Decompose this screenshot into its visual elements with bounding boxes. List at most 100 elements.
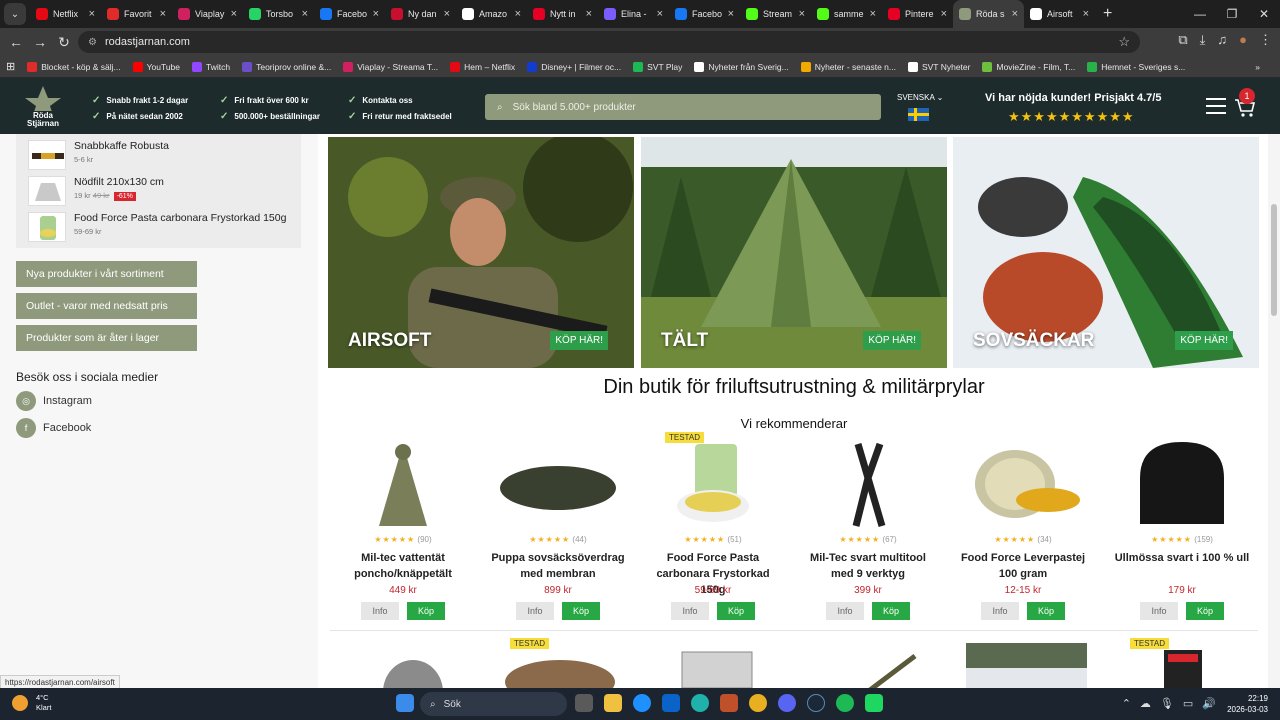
buy-here-button[interactable]: KÖP HÄR! <box>863 331 921 350</box>
download-icon[interactable]: ⤓ <box>1200 32 1206 48</box>
browser-tab[interactable]: Airsoft × <box>1024 0 1095 28</box>
language-selector[interactable]: SVENSKA ⌄ <box>897 93 943 102</box>
browser-tab[interactable]: samme × <box>811 0 882 28</box>
buy-button[interactable]: Köp <box>1027 602 1065 620</box>
product-image[interactable] <box>378 652 448 688</box>
url-bar[interactable]: ⚙ rodastjarnan.com ☆ <box>78 31 1140 53</box>
info-button[interactable]: Info <box>516 602 554 620</box>
instagram-link[interactable]: ◎ Instagram <box>16 391 92 411</box>
taskbar-search[interactable]: ⌕ Sök <box>420 692 567 716</box>
browser-tab[interactable]: Amazo × <box>456 0 527 28</box>
info-button[interactable]: Info <box>671 602 709 620</box>
buy-button[interactable]: Köp <box>717 602 755 620</box>
browser-tab[interactable]: Ny dan × <box>385 0 456 28</box>
bookmark-item[interactable]: Hem – Netflix <box>450 61 515 72</box>
bookmark-item[interactable]: YouTube <box>132 61 180 72</box>
app-icon[interactable] <box>691 694 709 712</box>
file-explorer-icon[interactable] <box>604 694 622 712</box>
tab-close-icon[interactable]: × <box>1012 8 1018 20</box>
task-view-icon[interactable] <box>575 694 593 712</box>
bookmark-item[interactable]: MovieZine - Film, T... <box>982 61 1075 72</box>
minimize-icon[interactable]: — <box>1184 0 1216 28</box>
menu-icon[interactable]: ⋮ <box>1259 32 1272 48</box>
product-name[interactable]: Food Force Leverpastej 100 gram <box>953 550 1093 582</box>
tab-close-icon[interactable]: × <box>799 8 805 20</box>
tab-close-icon[interactable]: × <box>160 8 166 20</box>
product-card[interactable]: ★★★★★ (44) Puppa sovsäcksöverdrag med me… <box>488 438 628 620</box>
banner-sleeping-bags[interactable]: SOVSÄCKAR KÖP HÄR! <box>953 137 1259 368</box>
product-card[interactable]: ★★★★★ (90) Mil-tec vattentät poncho/knäp… <box>333 438 473 620</box>
more-bookmarks-icon[interactable]: » <box>1255 62 1260 72</box>
product-name[interactable]: Ullmössa svart i 100 % ull <box>1112 550 1252 582</box>
product-image[interactable] <box>966 643 1087 688</box>
maximize-icon[interactable]: ❐ <box>1216 0 1248 28</box>
bookmark-item[interactable]: Viaplay - Streama T... <box>343 61 438 72</box>
close-window-icon[interactable]: ✕ <box>1248 0 1280 28</box>
tab-close-icon[interactable]: × <box>444 8 450 20</box>
buy-here-button[interactable]: KÖP HÄR! <box>550 331 608 350</box>
browser-tab[interactable]: Favorit × <box>101 0 172 28</box>
apps-icon[interactable]: ⊞ <box>6 60 15 73</box>
product-name[interactable]: Mil-tec vattentät poncho/knäppetält <box>333 550 473 582</box>
banner-airsoft[interactable]: AIRSOFT KÖP HÄR! <box>328 137 634 368</box>
chrome-icon[interactable] <box>749 694 767 712</box>
product-image[interactable] <box>500 652 620 688</box>
weather-widget[interactable]: 4°C Klart <box>12 693 51 713</box>
volume-icon[interactable]: 🔊 <box>1202 697 1216 710</box>
tab-search-button[interactable]: ⌄ <box>4 3 26 25</box>
product-image[interactable] <box>1160 646 1206 688</box>
tab-close-icon[interactable]: × <box>373 8 379 20</box>
bookmark-item[interactable]: Nyheter - senaste n... <box>800 61 896 72</box>
back-in-stock-button[interactable]: Produkter som är åter i lager <box>16 325 197 351</box>
recent-item[interactable]: Food Force Pasta carbonara Frystorkad 15… <box>28 212 286 242</box>
site-info-icon[interactable]: ⚙ <box>88 37 97 48</box>
system-clock[interactable]: 22:19 2026-03-03 <box>1227 693 1268 715</box>
buy-here-button[interactable]: KÖP HÄR! <box>1175 331 1233 350</box>
product-card[interactable]: TESTAD ★★★★★ (51) Food Force Pasta carbo… <box>643 432 783 620</box>
scrollbar-thumb[interactable] <box>1271 204 1277 316</box>
facebook-link[interactable]: f Facebook <box>16 418 91 438</box>
bookmark-item[interactable]: Disney+ | Filmer oc... <box>527 61 621 72</box>
app-icon[interactable] <box>720 694 738 712</box>
product-name[interactable]: Mil-Tec svart multitool med 9 verktyg <box>798 550 938 582</box>
network-icon[interactable]: ▭ <box>1183 697 1193 710</box>
hamburger-menu-icon[interactable] <box>1206 98 1226 116</box>
product-card[interactable]: ★★★★★ (67) Mil-Tec svart multitool med 9… <box>798 438 938 620</box>
browser-tab[interactable]: Torsbo × <box>243 0 314 28</box>
bookmark-item[interactable]: Twitch <box>192 61 230 72</box>
tab-close-icon[interactable]: × <box>941 8 947 20</box>
bookmark-item[interactable]: Teoriprov online &... <box>242 61 331 72</box>
extensions-icon[interactable]: ⧉ <box>1178 32 1187 48</box>
product-card[interactable]: ★★★★★ (159) Ullmössa svart i 100 % ull 1… <box>1112 438 1252 620</box>
forward-icon[interactable]: → <box>28 34 52 50</box>
buy-button[interactable]: Köp <box>562 602 600 620</box>
new-tab-button[interactable]: + <box>1103 5 1112 23</box>
banner-tent[interactable]: TÄLT KÖP HÄR! <box>641 137 947 368</box>
bookmark-item[interactable]: SVT Nyheter <box>907 61 970 72</box>
cloud-icon[interactable]: ☁ <box>1140 697 1151 710</box>
browser-tab[interactable]: Viaplay × <box>172 0 243 28</box>
tab-close-icon[interactable]: × <box>1083 8 1089 20</box>
product-name[interactable]: Food Force Pasta carbonara Frystorkad 15… <box>643 550 783 596</box>
reload-icon[interactable]: ↻ <box>52 34 76 51</box>
app-icon[interactable] <box>865 694 883 712</box>
tab-close-icon[interactable]: × <box>231 8 237 20</box>
bookmark-item[interactable]: Blocket - köp & sälj... <box>27 61 121 72</box>
bookmark-star-icon[interactable]: ☆ <box>1118 34 1130 50</box>
recent-item[interactable]: Nödfilt 210x130 cm 19 kr 49 kr -61% <box>28 176 164 206</box>
windows-start-icon[interactable] <box>396 694 414 712</box>
site-logo[interactable]: Röda Stjärnan <box>20 84 66 128</box>
new-products-button[interactable]: Nya produkter i vårt sortiment <box>16 261 197 287</box>
discord-icon[interactable] <box>778 694 796 712</box>
info-button[interactable]: Info <box>826 602 864 620</box>
tab-close-icon[interactable]: × <box>728 8 734 20</box>
browser-tab[interactable]: Facebo × <box>669 0 740 28</box>
outlet-button[interactable]: Outlet - varor med nedsatt pris <box>16 293 197 319</box>
buy-button[interactable]: Köp <box>1186 602 1224 620</box>
recent-item[interactable]: Snabbkaffe Robusta 5-6 kr <box>28 140 169 170</box>
tab-close-icon[interactable]: × <box>657 8 663 20</box>
chevron-up-icon[interactable]: ⌃ <box>1122 697 1131 710</box>
product-image[interactable] <box>672 644 762 688</box>
back-icon[interactable]: ← <box>4 34 28 50</box>
bookmark-item[interactable]: SVT Play <box>633 61 682 72</box>
